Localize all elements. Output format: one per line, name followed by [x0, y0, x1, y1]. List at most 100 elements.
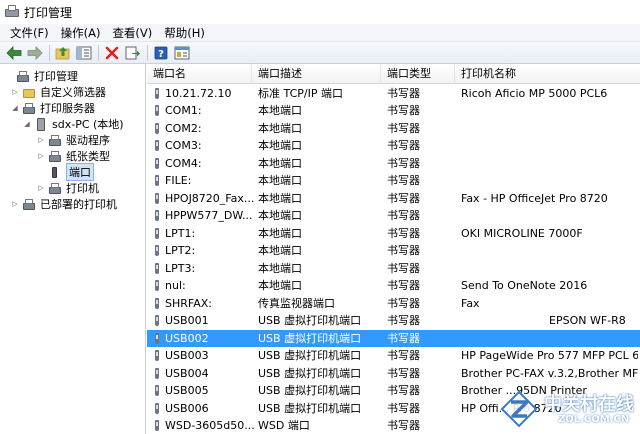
port-icon	[154, 122, 160, 135]
menu-bar: 文件(F) 操作(A) 查看(V) 帮助(H)	[0, 24, 640, 42]
cell-printer-name: OKI MICROLINE 7000F	[461, 226, 583, 240]
expand-arrow-icon[interactable]: ▷	[36, 136, 46, 144]
expand-arrow-icon[interactable]: ▷	[36, 184, 46, 192]
port-icon	[154, 402, 160, 415]
properties-icon[interactable]	[172, 44, 192, 62]
table-row[interactable]: USB004 USB 虚拟打印机端口 书写器 Brother PC-FAX v.3.2…	[147, 365, 640, 383]
tree-item-label: 自定义筛选器	[40, 86, 106, 99]
table-row[interactable]: HPPW577_DW... 本地端口 书写器	[147, 207, 640, 225]
table-row[interactable]: USB002 USB 虚拟打印机端口 书写器	[147, 329, 640, 347]
table-row[interactable]: LPT3: 本地端口 书写器	[147, 260, 640, 278]
watermark-url: ZOL.COM.CN	[558, 414, 630, 425]
tree-item-print-management[interactable]: 打印管理	[4, 68, 78, 84]
menu-view[interactable]: 查看(V)	[106, 24, 158, 42]
tree-item-print-servers[interactable]: ◢ 打印服务器	[10, 100, 95, 116]
port-icon	[154, 350, 160, 362]
cell-port-name: nul:	[165, 279, 186, 292]
cell-port-type: 书写器	[387, 121, 420, 135]
tree-item-deployed-printers[interactable]: ▷ 已部署的打印机	[10, 196, 117, 212]
cell-port-name: COM4:	[165, 156, 202, 170]
port-icon	[154, 192, 160, 205]
cell-port-type: 书写器	[387, 401, 420, 415]
menu-file[interactable]: 文件(F)	[4, 24, 55, 42]
cell-port-name: LPT3:	[165, 261, 196, 275]
port-icon	[154, 297, 160, 310]
table-row[interactable]: COM1: 本地端口 书写器	[147, 102, 640, 120]
column-header-row: 端口名 端口描述 端口类型 打印机名称	[147, 64, 640, 84]
column-header-printer-name[interactable]: 打印机名称	[455, 64, 640, 84]
cell-printer-name: Fax - HP OfficeJet Pro 8720	[461, 191, 608, 205]
tree-item-forms[interactable]: ▷ 纸张类型	[36, 148, 110, 164]
table-row[interactable]: USB003 USB 虚拟打印机端口 书写器 HP PageWide Pro 577 …	[147, 347, 640, 365]
tree-item-ports[interactable]: 端口	[36, 163, 94, 181]
forward-arrow-icon[interactable]	[25, 44, 45, 62]
port-icon	[154, 420, 160, 432]
cell-port-type: 书写器	[387, 314, 420, 327]
tree-item-label: 已部署的打印机	[40, 198, 117, 211]
port-icon	[48, 166, 62, 179]
tree-item-custom-filters[interactable]: ▷ 自定义筛选器	[10, 84, 106, 100]
cell-port-description: 标准 TCP/IP 端口	[258, 86, 343, 100]
cell-printer-name: EPSON WF-R8	[549, 314, 626, 327]
navigation-tree: 打印管理 ▷ 自定义筛选器 ◢ 打印服务器 ◢ sdx-PC (本地) ▷ 驱动…	[0, 64, 146, 434]
cell-port-type: 书写器	[387, 331, 420, 345]
up-folder-icon[interactable]	[53, 44, 73, 62]
column-header-port-description[interactable]: 端口描述	[252, 64, 381, 84]
tree-item-drivers[interactable]: ▷ 驱动程序	[36, 132, 110, 148]
expand-arrow-icon[interactable]: ▷	[10, 200, 20, 208]
paper-type-icon	[48, 150, 62, 163]
window-title: 打印管理	[24, 5, 73, 20]
table-row[interactable]: LPT2: 本地端口 书写器	[147, 242, 640, 260]
table-row[interactable]: COM3: 本地端口 书写器	[147, 137, 640, 155]
table-row[interactable]: USB001 USB 虚拟打印机端口 书写器 EPSON WF-R8	[147, 312, 640, 330]
port-list: 端口名 端口描述 端口类型 打印机名称 10.21.72.10 标准 TCP/IP…	[147, 64, 640, 434]
cell-port-type: 书写器	[387, 104, 420, 117]
help-icon[interactable]: ?	[151, 44, 171, 62]
menu-action[interactable]: 操作(A)	[55, 24, 107, 42]
cell-port-description: 本地端口	[258, 156, 302, 170]
table-row[interactable]: SHRFAX: 传真监视器端口 书写器 Fax	[147, 295, 640, 313]
printer-icon	[22, 102, 36, 115]
tree-item-local-server[interactable]: ◢ sdx-PC (本地)	[22, 116, 124, 132]
collapse-arrow-icon[interactable]: ◢	[22, 120, 32, 128]
zol-logo-icon	[500, 390, 538, 428]
cell-port-name: COM2:	[165, 121, 202, 135]
cell-port-name: USB003	[165, 349, 209, 362]
collapse-arrow-icon[interactable]: ◢	[10, 104, 20, 112]
cell-port-name: LPT2:	[165, 244, 196, 257]
cell-port-type: 书写器	[387, 261, 420, 275]
delete-icon[interactable]	[102, 44, 122, 62]
tree-item-printers[interactable]: ▷ 打印机	[36, 180, 99, 196]
export-icon[interactable]	[123, 44, 143, 62]
cell-port-name: USB005	[165, 384, 209, 397]
port-icon	[154, 245, 160, 257]
table-row[interactable]: 10.21.72.10 标准 TCP/IP 端口 书写器 Ricoh Aficio M…	[147, 85, 640, 103]
cell-port-description: 本地端口	[258, 139, 302, 152]
cell-port-name: USB004	[165, 366, 209, 380]
expand-arrow-icon[interactable]: ▷	[36, 152, 46, 160]
port-icon	[154, 262, 160, 275]
tree-item-label: 纸张类型	[66, 150, 110, 163]
expand-arrow-icon[interactable]: ▷	[10, 88, 20, 96]
back-arrow-icon[interactable]	[4, 44, 24, 62]
cell-port-description: WSD 端口	[258, 419, 310, 432]
column-header-port-type[interactable]: 端口类型	[381, 64, 455, 84]
tree-item-label: 端口	[66, 163, 94, 181]
table-row[interactable]: LPT1: 本地端口 书写器 OKI MICROLINE 7000F	[147, 225, 640, 243]
cell-port-name: 10.21.72.10	[165, 86, 232, 100]
table-row[interactable]: HPOJ8720_Fax... 本地端口 书写器 Fax - HP OfficeJet…	[147, 190, 640, 208]
table-row[interactable]: FILE: 本地端口 书写器	[147, 172, 640, 190]
cell-port-type: 书写器	[387, 296, 420, 310]
show-tree-icon[interactable]	[74, 44, 94, 62]
cell-port-description: 本地端口	[258, 226, 302, 240]
table-row[interactable]: nul: 本地端口 书写器 Send To OneNote 2016	[147, 277, 640, 295]
svg-text:?: ?	[158, 49, 164, 60]
table-row[interactable]: COM2: 本地端口 书写器	[147, 120, 640, 138]
cell-port-description: 本地端口	[258, 104, 302, 117]
cell-printer-name: Send To OneNote 2016	[461, 279, 588, 292]
table-row[interactable]: COM4: 本地端口 书写器	[147, 155, 640, 173]
column-header-port-name[interactable]: 端口名	[147, 64, 252, 84]
menu-help[interactable]: 帮助(H)	[158, 24, 211, 42]
cell-port-name: WSD-3605d50...	[165, 419, 255, 432]
cell-port-type: 书写器	[387, 86, 420, 100]
